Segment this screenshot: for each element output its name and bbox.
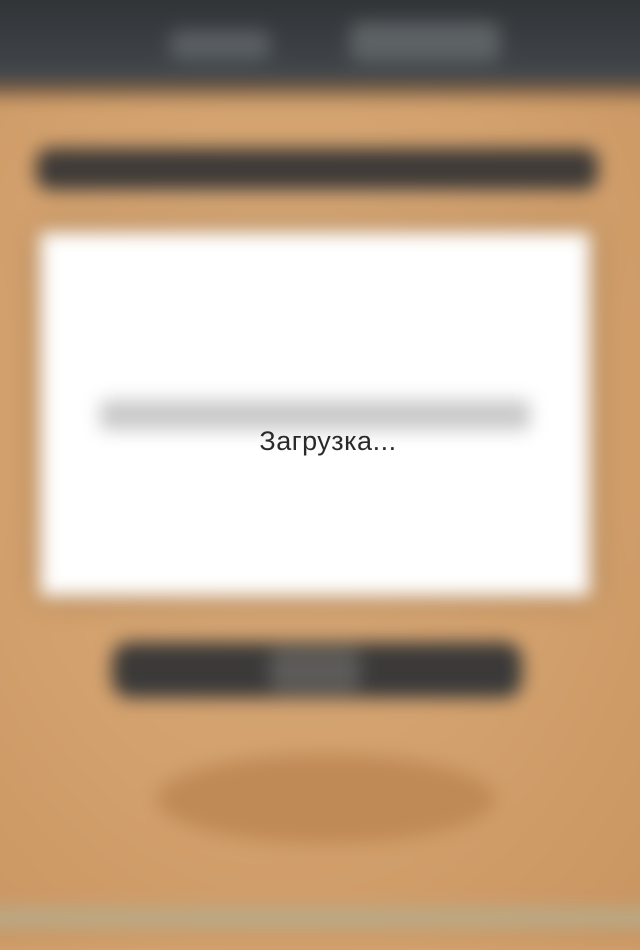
primary-button-highlight: [270, 648, 360, 692]
top-bar-segment-left: [170, 30, 270, 60]
top-navigation-bar: [0, 0, 640, 88]
header-bar: [36, 148, 598, 190]
loading-label: Загрузка...: [259, 426, 397, 456]
oval-button: [156, 754, 496, 844]
top-bar-edge: [0, 82, 640, 96]
bottom-strip: [0, 908, 640, 928]
top-bar-segment-right: [350, 22, 500, 62]
blurred-background: [0, 0, 640, 950]
